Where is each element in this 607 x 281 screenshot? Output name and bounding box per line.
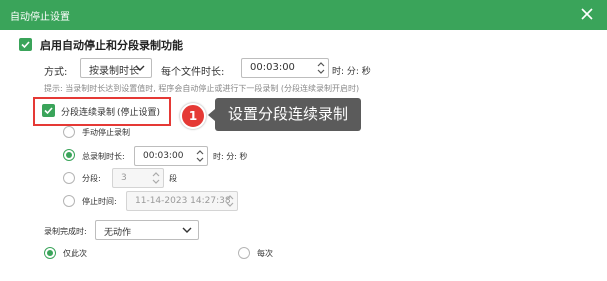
after-record-label: 录制完成时: <box>44 227 87 236</box>
window-title: 自动停止设置 <box>10 12 70 23</box>
per-file-duration-value: 00:03:00 <box>250 62 295 73</box>
manual-stop-label: 手动停止录制 <box>82 128 130 137</box>
chevron-down-icon <box>135 65 145 71</box>
total-duration-input[interactable]: 00:03:00 <box>134 146 208 166</box>
stop-time-radio[interactable] <box>63 195 75 207</box>
total-duration-radio[interactable] <box>63 149 75 161</box>
total-duration-label: 总录制时长: <box>82 152 125 161</box>
stop-settings-label: (停止设置) <box>117 108 161 118</box>
per-file-unit: 时: 分: 秒 <box>332 67 371 77</box>
only-once-radio[interactable] <box>44 247 56 259</box>
step-badge: 1 <box>180 103 206 129</box>
segments-input[interactable]: 3 <box>112 168 164 188</box>
manual-stop-radio[interactable] <box>63 126 75 138</box>
hint-text: 提示: 当录制时长达到设置值时, 程序会自动停止或进行下一段录制 (分段连续录制… <box>44 84 360 93</box>
spinner-icon[interactable] <box>151 170 161 186</box>
enable-label: 启用自动停止和分段录制功能 <box>40 39 183 52</box>
mode-select[interactable]: 按录制时长 <box>80 58 152 78</box>
segment-label: 分段连续录制 <box>61 108 116 118</box>
spinner-icon[interactable] <box>225 193 235 209</box>
spinner-icon[interactable] <box>195 148 205 164</box>
mode-label: 方式: <box>44 67 68 78</box>
stop-time-value: 11-14-2023 14:27:38 <box>135 196 231 206</box>
check-icon <box>44 107 53 115</box>
close-icon[interactable] <box>579 6 595 22</box>
spinner-icon[interactable] <box>316 60 326 76</box>
segments-label: 分段: <box>82 174 101 183</box>
check-icon <box>21 41 30 49</box>
segment-checkbox[interactable] <box>42 104 55 117</box>
per-file-duration-input[interactable]: 00:03:00 <box>241 58 329 78</box>
title-bar: 自动停止设置 <box>0 0 607 30</box>
callout-tooltip: 设置分段连续录制 <box>208 98 361 131</box>
enable-checkbox[interactable] <box>19 38 32 51</box>
segments-value: 3 <box>121 173 127 183</box>
per-file-label: 每个文件时长: <box>161 67 225 78</box>
segments-radio[interactable] <box>63 172 75 184</box>
stop-time-input[interactable]: 11-14-2023 14:27:38 <box>126 191 238 211</box>
stop-time-label: 停止时间: <box>82 197 117 206</box>
every-time-radio[interactable] <box>238 247 250 259</box>
total-duration-unit: 时: 分: 秒 <box>213 152 248 161</box>
chevron-down-icon <box>182 227 192 233</box>
total-duration-value: 00:03:00 <box>143 151 184 161</box>
every-time-label: 每次 <box>257 249 273 258</box>
after-record-value: 无动作 <box>104 228 132 238</box>
only-once-label: 仅此次 <box>63 249 87 258</box>
after-record-select[interactable]: 无动作 <box>95 220 199 240</box>
segments-unit: 段 <box>169 174 177 183</box>
mode-select-value: 按录制时长 <box>89 66 139 77</box>
